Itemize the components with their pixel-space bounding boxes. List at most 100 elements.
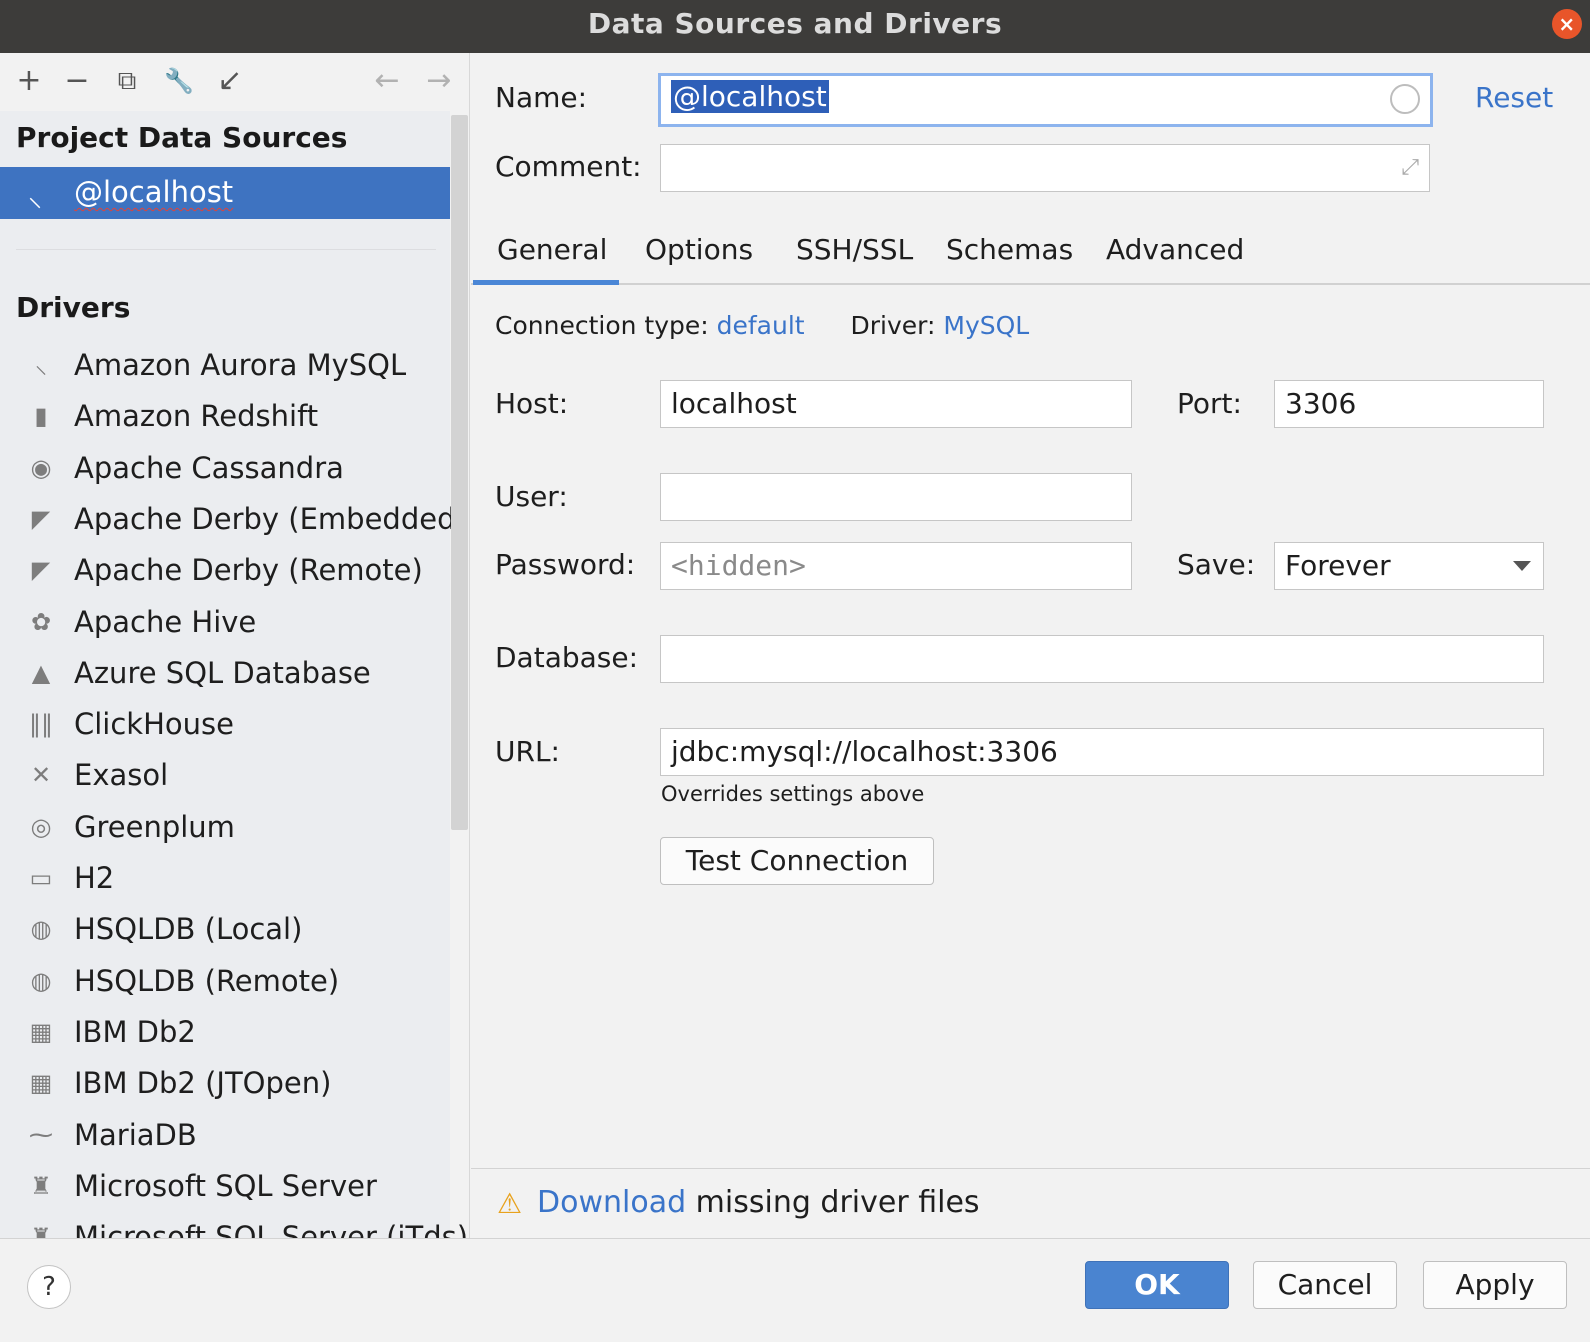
driver-item[interactable]: ◎ Greenplum [0, 802, 450, 852]
driver-item[interactable]: ◍ HSQLDB (Local) [0, 904, 450, 954]
driver-label: IBM Db2 [74, 1014, 196, 1049]
url-hint: Overrides settings above [661, 782, 925, 806]
driver-label: ClickHouse [74, 707, 234, 742]
driver-label: Driver: [850, 311, 936, 340]
driver-item[interactable]: ♜ Microsoft SQL Server (jTds) [0, 1212, 468, 1238]
chevron-down-icon [1513, 561, 1531, 571]
driver-item[interactable]: ♜ Microsoft SQL Server [0, 1161, 450, 1211]
driver-warning-bar: ⚠ Download missing driver files [471, 1168, 1590, 1238]
test-connection-button[interactable]: Test Connection [660, 837, 934, 885]
driver-item[interactable]: ✿ Apache Hive [0, 597, 450, 647]
magnifier-icon: ◍ [30, 915, 52, 944]
dialog-footer: ? OK Cancel Apply [0, 1238, 1590, 1342]
duplicate-icon[interactable]: ⧉ [110, 63, 144, 99]
ibm-icon: ▦ [29, 1017, 53, 1046]
back-arrow-icon[interactable]: ← [370, 63, 404, 99]
help-button[interactable]: ? [27, 1265, 71, 1309]
window-title: Data Sources and Drivers [587, 7, 1003, 40]
driver-label: Apache Cassandra [74, 450, 344, 485]
url-input[interactable]: jdbc:mysql://localhost:3306 [660, 728, 1544, 776]
driver-item[interactable]: ▭ H2 [0, 853, 450, 903]
driver-item[interactable]: ◍ HSQLDB (Remote) [0, 956, 450, 1006]
comment-input[interactable]: ⤢ [660, 144, 1430, 192]
host-input[interactable]: localhost [660, 380, 1132, 428]
driver-label: Amazon Aurora MySQL [74, 348, 407, 382]
download-link[interactable]: Download [537, 1185, 686, 1220]
driver-item[interactable]: ⁓ MariaDB [0, 1110, 450, 1160]
remove-icon[interactable]: − [60, 63, 94, 99]
password-label: Password: [495, 548, 636, 581]
user-input[interactable] [660, 473, 1132, 521]
ok-button[interactable]: OK [1085, 1261, 1229, 1309]
tab-divider [471, 283, 1590, 285]
expand-icon[interactable]: ⤢ [1401, 145, 1419, 191]
download-message: missing driver files [695, 1185, 980, 1220]
driver-item[interactable]: ◉ Apache Cassandra [0, 443, 450, 493]
magnifier-icon: ◍ [30, 966, 52, 995]
hat-icon: ◤ [31, 504, 51, 533]
add-icon[interactable]: + [12, 63, 46, 99]
sidebar-scrollbar[interactable] [451, 115, 468, 830]
tab-ssh-ssl[interactable]: SSH/SSL [796, 233, 913, 285]
forward-arrow-icon[interactable]: → [422, 63, 456, 99]
driver-item[interactable]: ◤ Apache Derby (Remote) [0, 545, 450, 595]
driver-label: Apache Derby (Remote) [74, 553, 423, 588]
database-input[interactable] [660, 635, 1544, 683]
project-data-sources-heading: Project Data Sources [16, 121, 348, 154]
database-label: Database: [495, 641, 639, 674]
driver-label: Microsoft SQL Server [74, 1168, 377, 1203]
port-label: Port: [1177, 387, 1242, 420]
tab-advanced[interactable]: Advanced [1106, 233, 1244, 285]
driver-label: Microsoft SQL Server (jTds) [74, 1220, 469, 1238]
color-circle-icon[interactable] [1390, 84, 1420, 114]
azure-icon: ▲ [31, 658, 51, 687]
settings-panel: Name: @localhost Reset Comment: ⤢ Genera… [471, 53, 1590, 1238]
user-label: User: [495, 480, 568, 513]
driver-label: Amazon Redshift [74, 399, 319, 434]
driver-label: MariaDB [74, 1117, 197, 1152]
driver-item[interactable]: ▲ Azure SQL Database [0, 648, 450, 698]
driver-label: IBM Db2 (JTOpen) [74, 1066, 332, 1101]
cancel-button[interactable]: Cancel [1253, 1261, 1397, 1309]
data-source-label: @localhost [74, 175, 234, 209]
bars-icon: ‖‖ [29, 710, 53, 739]
apply-button[interactable]: Apply [1423, 1261, 1567, 1309]
driver-link[interactable]: MySQL [943, 311, 1029, 340]
x-icon: ✕ [30, 761, 52, 790]
import-icon[interactable]: ↙ [213, 63, 247, 99]
driver-item[interactable]: ✕ Exasol [0, 750, 450, 800]
reset-link[interactable]: Reset [1475, 81, 1553, 114]
driver-item[interactable]: ⸜ Amazon Aurora MySQL [0, 340, 450, 390]
driver-item[interactable]: ‖‖ ClickHouse [0, 699, 450, 749]
save-label: Save: [1177, 548, 1256, 581]
driver-item[interactable]: ▦ IBM Db2 [0, 1007, 450, 1057]
name-input[interactable]: @localhost [658, 73, 1433, 127]
driver-label: Apache Hive [74, 604, 257, 639]
driver-item[interactable]: ▮ Amazon Redshift [0, 391, 450, 441]
close-button[interactable]: × [1552, 9, 1582, 39]
tab-options[interactable]: Options [645, 233, 753, 285]
driver-label: Exasol [74, 758, 169, 793]
tab-general[interactable]: General [497, 233, 607, 285]
driver-label: Azure SQL Database [74, 655, 371, 690]
save-dropdown[interactable]: Forever [1274, 542, 1544, 590]
connection-type-link[interactable]: default [717, 311, 805, 340]
left-panel: + − ⧉ 🔧 ↙ ← → Project Data Sources ⸜ @lo… [0, 53, 470, 1238]
driver-label: HSQLDB (Remote) [74, 963, 340, 998]
port-input[interactable]: 3306 [1274, 380, 1544, 428]
data-source-list: Project Data Sources ⸜ @localhost Driver… [0, 111, 468, 1238]
dolphin-icon: ⸜ [28, 181, 43, 212]
driver-item[interactable]: ▦ IBM Db2 (JTOpen) [0, 1058, 450, 1108]
url-label: URL: [495, 735, 560, 768]
dolphin-icon: ⸜ [35, 351, 47, 379]
password-input[interactable]: <hidden> [660, 542, 1132, 590]
host-label: Host: [495, 387, 569, 420]
comment-label: Comment: [495, 150, 642, 183]
tab-schemas[interactable]: Schemas [946, 233, 1073, 285]
ibm-icon: ▦ [29, 1069, 53, 1098]
data-source-item-localhost[interactable]: ⸜ @localhost [0, 167, 450, 219]
drivers-heading: Drivers [16, 291, 131, 324]
driver-item[interactable]: ◤ Apache Derby (Embedded) [0, 494, 467, 544]
active-tab-indicator [473, 280, 619, 285]
wrench-icon[interactable]: 🔧 [162, 63, 196, 99]
